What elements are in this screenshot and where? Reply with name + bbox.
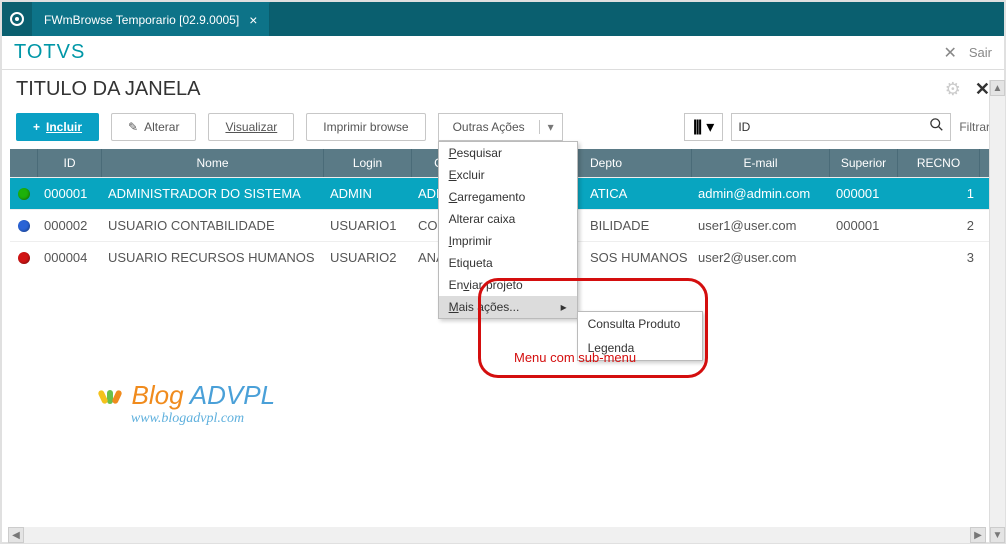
tab-close-icon[interactable]: ×: [249, 12, 257, 28]
tab-main[interactable]: FWmBrowse Temporario [02.9.0005] ×: [32, 2, 270, 36]
columns-icon: |||: [693, 118, 700, 136]
other-actions-label: Outras Ações: [453, 120, 525, 134]
print-label: Imprimir browse: [323, 120, 408, 134]
page-title: TITULO DA JANELA: [16, 78, 201, 101]
scroll-up-icon[interactable]: ▲: [990, 80, 1005, 96]
menu-item[interactable]: Mais ações...▸: [439, 296, 577, 318]
cell-email: user1@user.com: [692, 218, 830, 233]
col-nome[interactable]: Nome: [102, 149, 324, 177]
cell-recno: 2: [898, 218, 980, 233]
logo-url: www.blogadvpl.com: [100, 411, 275, 427]
cell-id: 000004: [38, 250, 102, 265]
cell-superior: 000001: [830, 186, 898, 201]
toolbar: + Incluir ✎ Alterar Visualizar Imprimir …: [2, 109, 1004, 149]
print-browse-button[interactable]: Imprimir browse: [306, 113, 425, 141]
app-titlebar: FWmBrowse Temporario [02.9.0005] ×: [2, 2, 1004, 36]
logo-rays-icon: [100, 380, 121, 411]
cell-nome: USUARIO CONTABILIDADE: [102, 218, 324, 233]
menu-item[interactable]: Alterar caixa: [439, 208, 577, 230]
cell-recno: 1: [898, 186, 980, 201]
pencil-icon: ✎: [128, 120, 138, 134]
cell-login: USUARIO2: [324, 250, 412, 265]
menu-item[interactable]: Imprimir: [439, 230, 577, 252]
cell-recno: 3: [898, 250, 980, 265]
status-dot-icon: [18, 188, 30, 200]
app-icon: [2, 11, 32, 27]
other-actions-submenu: Consulta ProdutoLegenda: [577, 311, 703, 361]
column-view-button[interactable]: ||| ▾: [684, 113, 723, 141]
brand-bar: TOTVS ✕ Sair: [2, 36, 1004, 70]
caret-down-icon: ▾: [706, 117, 714, 137]
cell-id: 000001: [38, 186, 102, 201]
menu-item[interactable]: Etiqueta: [439, 252, 577, 274]
plus-icon: +: [33, 120, 40, 134]
gear-icon[interactable]: ⚙: [945, 79, 961, 100]
cell-superior: 000001: [830, 218, 898, 233]
status-dot-icon: [18, 252, 30, 264]
scroll-right-icon[interactable]: ▶: [970, 527, 986, 543]
filter-link[interactable]: Filtrar: [959, 120, 990, 134]
brand-logo: TOTVS: [14, 41, 85, 64]
include-button[interactable]: + Incluir: [16, 113, 99, 141]
cell-nome: USUARIO RECURSOS HUMANOS: [102, 250, 324, 265]
other-actions-dropdown[interactable]: Outras Ações ▾ PesquisarExcluirCarregame…: [438, 113, 563, 141]
view-label: Visualizar: [225, 120, 277, 134]
search-input[interactable]: [738, 120, 930, 134]
col-email[interactable]: E-mail: [692, 149, 830, 177]
other-actions-menu: PesquisarExcluirCarregamentoAlterar caix…: [438, 141, 578, 319]
view-button[interactable]: Visualizar: [208, 113, 294, 141]
horizontal-scrollbar[interactable]: ◀ ▶: [8, 527, 986, 543]
menu-item[interactable]: Pesquisar: [439, 142, 577, 164]
col-id[interactable]: ID: [38, 149, 102, 177]
search-icon[interactable]: [930, 118, 944, 137]
logo-text-2: ADVPL: [190, 380, 275, 410]
menu-item[interactable]: Enviar projeto: [439, 274, 577, 296]
vertical-scrollbar[interactable]: ▲ ▼: [989, 80, 1005, 543]
cell-login: USUARIO1: [324, 218, 412, 233]
menu-item[interactable]: Excluir: [439, 164, 577, 186]
submenu-item[interactable]: Legenda: [578, 336, 702, 360]
scroll-left-icon[interactable]: ◀: [8, 527, 24, 543]
blog-logo: Blog ADVPL www.blogadvpl.com: [100, 380, 275, 427]
tab-label: FWmBrowse Temporario [02.9.0005]: [44, 13, 239, 27]
status-dot-icon: [18, 220, 30, 232]
search-input-group: [731, 113, 951, 141]
alter-label: Alterar: [144, 120, 179, 134]
window-header: TITULO DA JANELA ⚙ ✕: [2, 70, 1004, 109]
submenu-arrow-icon: ▸: [561, 300, 567, 314]
scroll-down-icon[interactable]: ▼: [990, 527, 1005, 543]
col-superior[interactable]: Superior: [830, 149, 898, 177]
cell-nome: ADMINISTRADOR DO SISTEMA: [102, 186, 324, 201]
caret-down-icon: ▾: [539, 120, 554, 134]
include-label: Incluir: [46, 120, 82, 134]
exit-label[interactable]: Sair: [969, 45, 992, 60]
col-login[interactable]: Login: [324, 149, 412, 177]
cell-login: ADMIN: [324, 186, 412, 201]
col-recno[interactable]: RECNO: [898, 149, 980, 177]
alter-button[interactable]: ✎ Alterar: [111, 113, 196, 141]
submenu-item[interactable]: Consulta Produto: [578, 312, 702, 336]
cell-email: user2@user.com: [692, 250, 830, 265]
close-app-icon[interactable]: ✕: [943, 43, 956, 63]
cell-id: 000002: [38, 218, 102, 233]
menu-item[interactable]: Carregamento: [439, 186, 577, 208]
close-icon[interactable]: ✕: [975, 79, 990, 100]
cell-email: admin@admin.com: [692, 186, 830, 201]
logo-text-1: Blog: [132, 380, 190, 410]
col-status[interactable]: [10, 149, 38, 177]
